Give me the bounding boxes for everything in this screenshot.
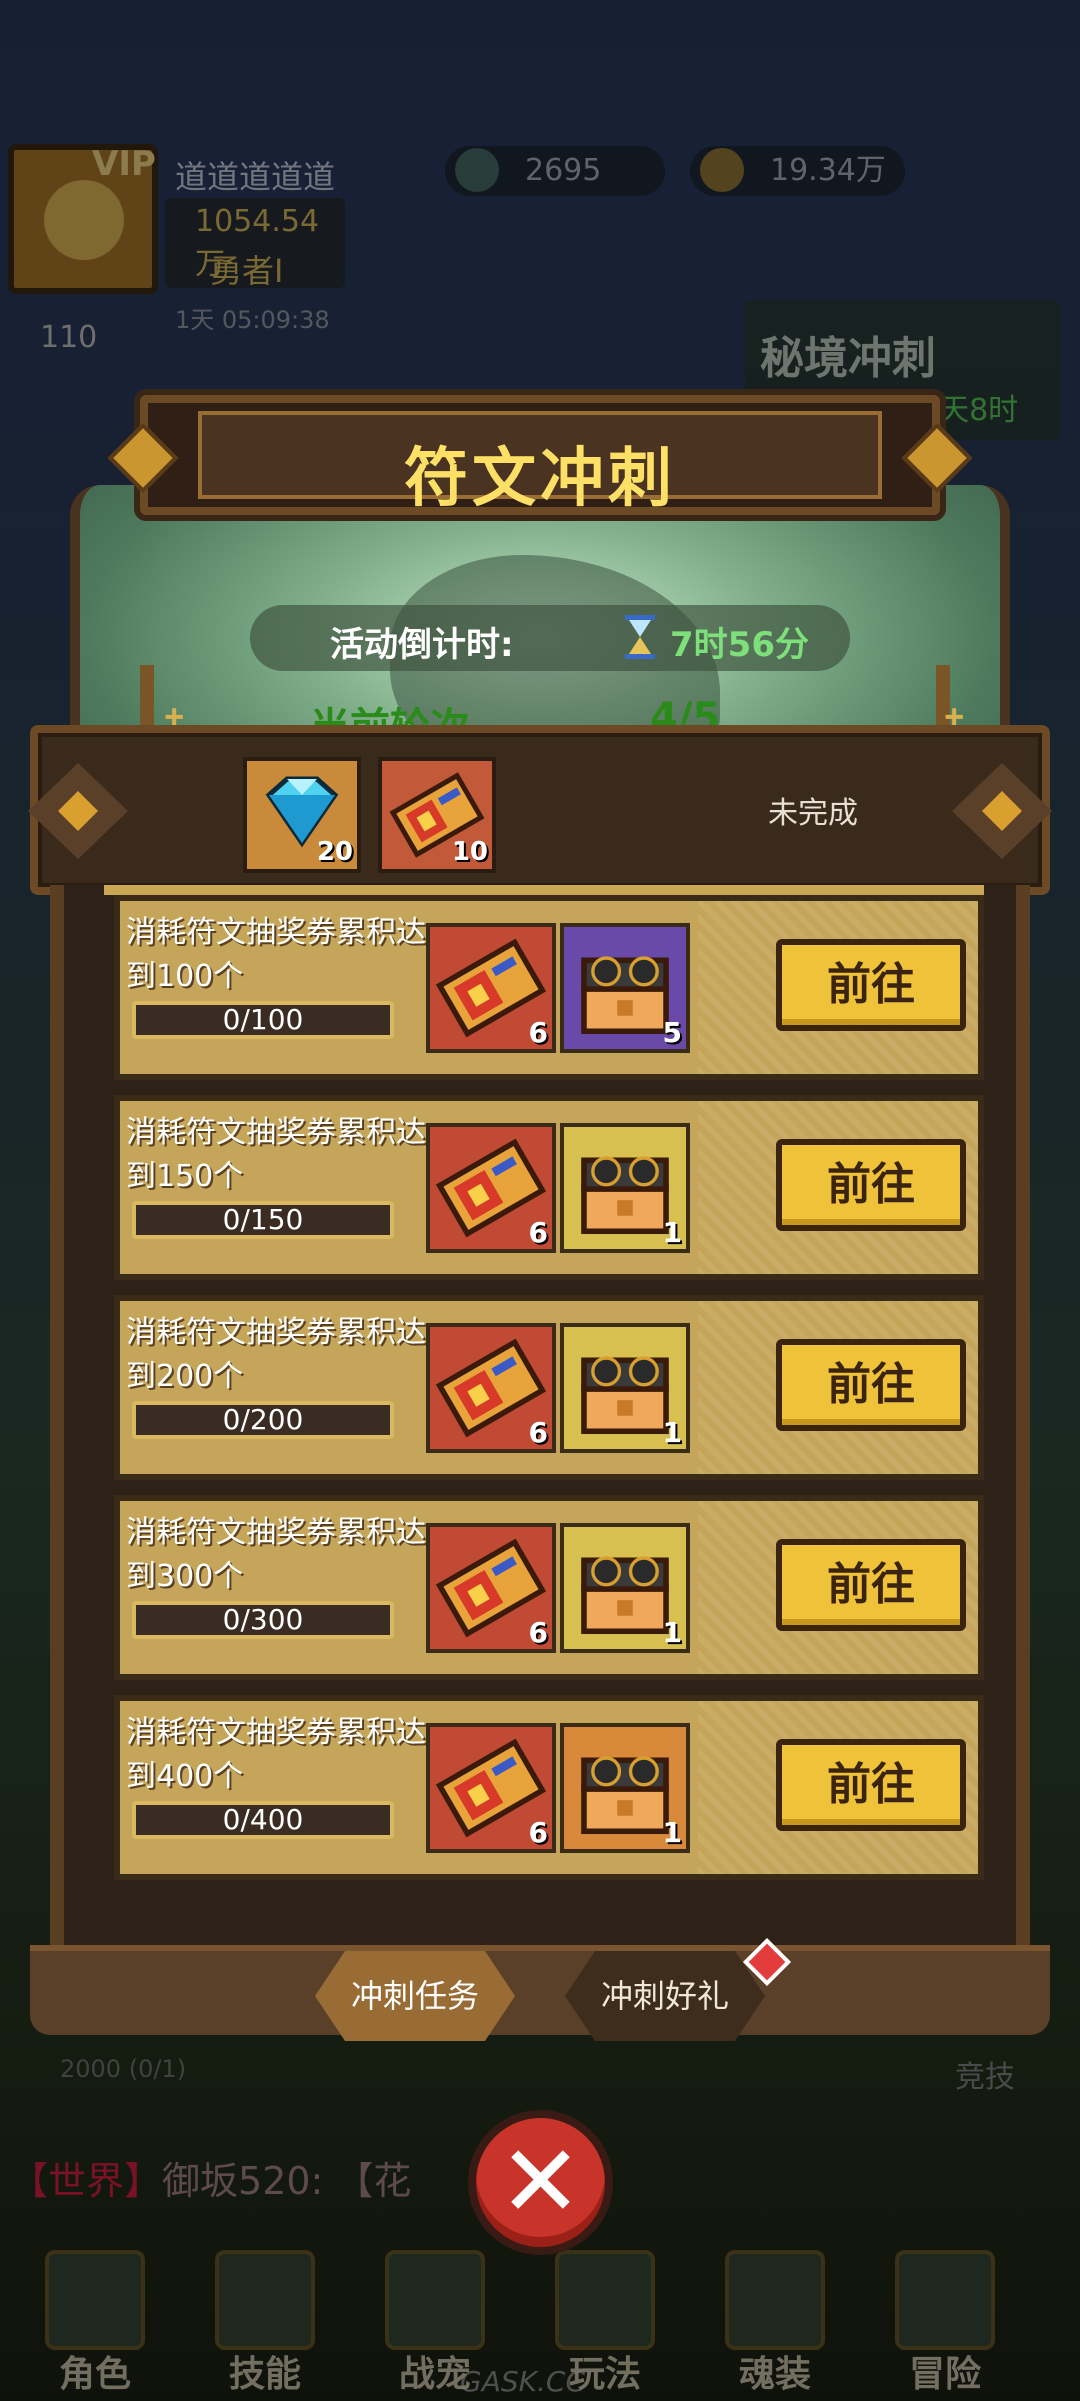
chest-reward[interactable]: 1 bbox=[560, 1123, 690, 1253]
rune-ticket-reward[interactable]: 6 bbox=[426, 1523, 556, 1653]
task-progress-text: 0/300 bbox=[222, 1603, 304, 1636]
reward-count: 6 bbox=[528, 1616, 548, 1649]
rune-sprint-modal: 活动倒计时: 7时56分 当前轮次 4/5 ✝ ✝ ✝ ✝ 符文冲刺 bbox=[28, 385, 1052, 2045]
go-button[interactable]: 前往 bbox=[776, 1339, 966, 1431]
countdown-value: 7时56分 bbox=[670, 625, 809, 665]
task-progress-bar: 0/150 bbox=[132, 1201, 394, 1239]
rune-ticket-reward[interactable]: 6 bbox=[426, 923, 556, 1053]
reward-count: 6 bbox=[528, 1816, 548, 1849]
title-frame: 符文冲刺 bbox=[107, 395, 973, 516]
close-button[interactable]: ✕ bbox=[468, 2110, 613, 2255]
tab-sprint-tasks[interactable]: 冲刺任务 bbox=[315, 1951, 515, 2041]
task-progress-text: 0/400 bbox=[222, 1803, 304, 1836]
task-row: 消耗符文抽奖券累积达到150个 0/150 6 1 前往 bbox=[114, 1095, 984, 1280]
chest-reward[interactable]: 5 bbox=[560, 923, 690, 1053]
round-reward-bar: 20 10 未完成 bbox=[28, 725, 1052, 895]
chest-reward[interactable]: 1 bbox=[560, 1523, 690, 1653]
reward-count: 1 bbox=[662, 1816, 682, 1849]
task-description: 消耗符文抽奖券累积达到100个 bbox=[126, 915, 426, 994]
go-button[interactable]: 前往 bbox=[776, 1539, 966, 1631]
task-row: 消耗符文抽奖券累积达到200个 0/200 6 1 前往 bbox=[114, 1295, 984, 1480]
task-description: 消耗符文抽奖券累积达到300个 bbox=[126, 1515, 426, 1594]
ornament-icon bbox=[952, 763, 1052, 859]
rune-ticket-reward[interactable]: 6 bbox=[426, 1323, 556, 1453]
task-row: 消耗符文抽奖券累积达到100个 0/100 6 5 前往 bbox=[114, 895, 984, 1080]
reward-count: 6 bbox=[528, 1216, 548, 1249]
task-progress-bar: 0/100 bbox=[132, 1001, 394, 1039]
reward-count: 1 bbox=[662, 1416, 682, 1449]
modal-title: 符文冲刺 bbox=[404, 442, 676, 516]
task-description: 消耗符文抽奖券累积达到150个 bbox=[126, 1115, 426, 1194]
reward-count: 6 bbox=[528, 1416, 548, 1449]
list-top-strip bbox=[104, 885, 984, 895]
ornament-icon bbox=[901, 422, 973, 494]
reward-count: 1 bbox=[662, 1216, 682, 1249]
chest-reward[interactable]: 1 bbox=[560, 1723, 690, 1853]
rune-ticket-reward[interactable]: 6 bbox=[426, 1723, 556, 1853]
task-row: 消耗符文抽奖券累积达到300个 0/300 6 1 前往 bbox=[114, 1495, 984, 1680]
tab-sprint-gifts[interactable]: 冲刺好礼 bbox=[565, 1951, 765, 2041]
reward-count: 10 bbox=[451, 837, 488, 867]
task-row: 消耗符文抽奖券累积达到400个 0/400 6 1 前往 bbox=[114, 1695, 984, 1880]
task-progress-bar: 0/400 bbox=[132, 1801, 394, 1839]
go-button[interactable]: 前往 bbox=[776, 1139, 966, 1231]
task-progress-bar: 0/200 bbox=[132, 1401, 394, 1439]
task-progress-text: 0/150 bbox=[222, 1203, 304, 1236]
ornament-icon bbox=[28, 763, 128, 859]
countdown-label: 活动倒计时: bbox=[330, 625, 514, 665]
rune-ticket-reward[interactable]: 6 bbox=[426, 1123, 556, 1253]
task-list[interactable]: 消耗符文抽奖券累积达到100个 0/100 6 5 前往 消耗符文抽奖券累积达到150个 0… bbox=[50, 885, 1030, 1945]
ornament-icon bbox=[107, 422, 179, 494]
rune-ticket-reward[interactable]: 10 bbox=[378, 757, 496, 873]
reward-count: 20 bbox=[316, 837, 353, 867]
reward-count: 5 bbox=[662, 1016, 682, 1049]
tab-bar: 冲刺任务 冲刺好礼 bbox=[30, 1937, 1050, 2041]
reward-count: 6 bbox=[528, 1016, 548, 1049]
go-button[interactable]: 前往 bbox=[776, 939, 966, 1031]
go-button[interactable]: 前往 bbox=[776, 1739, 966, 1831]
task-progress-text: 0/200 bbox=[222, 1403, 304, 1436]
task-progress-bar: 0/300 bbox=[132, 1601, 394, 1639]
task-progress-text: 0/100 bbox=[222, 1003, 304, 1036]
countdown-bar: 活动倒计时: 7时56分 bbox=[250, 605, 850, 671]
round-status: 未完成 bbox=[768, 796, 858, 831]
title-plate: 符文冲刺 bbox=[198, 411, 882, 516]
diamond-reward[interactable]: 20 bbox=[243, 757, 361, 873]
reward-count: 1 bbox=[662, 1616, 682, 1649]
task-description: 消耗符文抽奖券累积达到200个 bbox=[126, 1315, 426, 1394]
chest-reward[interactable]: 1 bbox=[560, 1323, 690, 1453]
close-icon: ✕ bbox=[498, 2123, 583, 2240]
hourglass-icon bbox=[625, 615, 655, 659]
task-description: 消耗符文抽奖券累积达到400个 bbox=[126, 1715, 426, 1794]
